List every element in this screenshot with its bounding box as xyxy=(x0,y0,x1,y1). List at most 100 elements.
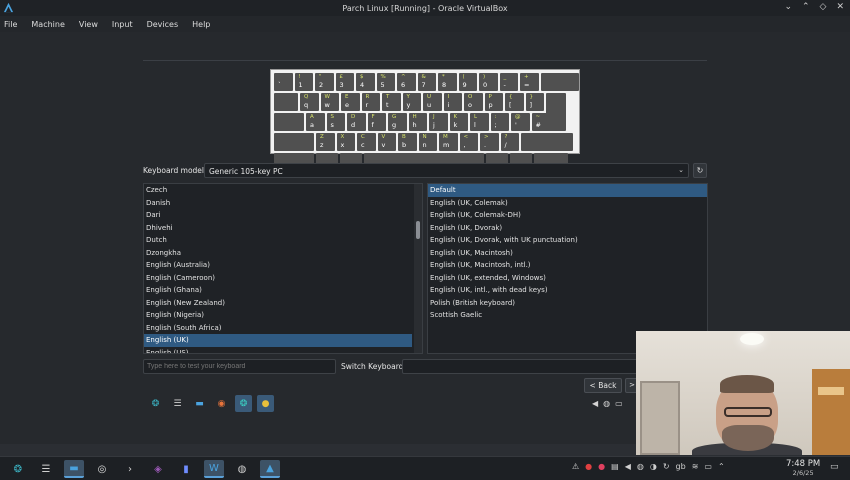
parch-launcher-icon[interactable]: ❂ xyxy=(147,395,164,412)
keyboard-key: }] xyxy=(525,93,544,111)
keyboard-key: >. xyxy=(480,133,499,151)
keyboard-model-select[interactable]: Generic 105-key PC ⌄ xyxy=(204,163,689,178)
list-item[interactable]: Danish xyxy=(144,197,422,210)
settings-icon[interactable]: ☰ xyxy=(36,460,56,478)
record-dot-icon[interactable]: ● xyxy=(598,462,605,471)
clipboard-icon[interactable]: ▤ xyxy=(611,462,619,471)
list-item[interactable]: Czech xyxy=(144,184,422,197)
keyboard-key: ^ 6 xyxy=(397,73,416,91)
keyboard-key: Uu xyxy=(423,93,442,111)
keyboard-key: Oo xyxy=(464,93,483,111)
keep-above-icon[interactable]: ◇ xyxy=(820,2,827,12)
list-item[interactable]: English (US) xyxy=(144,347,422,354)
keyboard-key: ) 0 xyxy=(479,73,498,91)
launcher-icon[interactable]: ❂ xyxy=(8,460,28,478)
layout-list-scrollbar[interactable] xyxy=(414,184,422,353)
keyboard-key: * 8 xyxy=(438,73,457,91)
keyboard-key: @ ' xyxy=(511,113,530,131)
keyboard-test-input[interactable] xyxy=(143,359,336,374)
list-item[interactable]: Scottish Gaelic xyxy=(428,309,707,322)
keyboard-key: Qq xyxy=(300,93,319,111)
update-icon[interactable]: ↻ xyxy=(663,462,670,471)
vpn-icon[interactable]: ◑ xyxy=(650,462,657,471)
minimize-icon[interactable]: ⌄ xyxy=(784,2,792,12)
menu-help[interactable]: Help xyxy=(192,20,210,29)
window-title: Parch Linux [Running] - Oracle VirtualBo… xyxy=(342,3,508,13)
menu-machine[interactable]: Machine xyxy=(31,20,65,29)
layout-list[interactable]: Czech Danish Dari Dhivehi Dutch Dzongkha Engli… xyxy=(143,183,423,354)
network-icon[interactable]: ◍ xyxy=(603,399,610,408)
monitor-icon[interactable]: ▮ xyxy=(176,460,196,478)
warning-icon[interactable]: ⚠ xyxy=(572,462,579,471)
list-item[interactable]: English (New Zealand) xyxy=(144,297,422,310)
volume-icon[interactable]: ◀ xyxy=(592,399,598,408)
keyboard-key: Dd xyxy=(347,113,366,131)
list-item[interactable]: English (UK) xyxy=(144,334,412,347)
installer-icon[interactable]: ❂ xyxy=(235,395,252,412)
divider xyxy=(143,60,707,61)
record-icon[interactable]: ● xyxy=(585,462,592,471)
network-tray-icon[interactable]: ◍ xyxy=(637,462,644,471)
list-item[interactable]: Dari xyxy=(144,209,422,222)
speaker-icon[interactable]: ◀ xyxy=(625,462,631,471)
menu-file[interactable]: File xyxy=(4,20,17,29)
show-desktop-icon[interactable]: ▭ xyxy=(830,462,839,472)
reset-button[interactable]: ↻ xyxy=(693,163,707,178)
keyboard-key: + = xyxy=(520,73,539,91)
menu-input[interactable]: Input xyxy=(112,20,133,29)
list-item[interactable]: Dutch xyxy=(144,234,422,247)
keyboard-key: Ll xyxy=(470,113,489,131)
system-settings-icon[interactable]: ☰ xyxy=(169,395,186,412)
list-item[interactable]: English (Nigeria) xyxy=(144,309,422,322)
list-item[interactable]: English (UK, intl., with dead keys) xyxy=(428,284,707,297)
back-button[interactable]: < Back xyxy=(584,378,622,393)
clock[interactable]: 7:48 PM 2/6/25 xyxy=(786,459,820,477)
battery-icon[interactable]: ▭ xyxy=(704,462,712,471)
obs-icon[interactable]: ◎ xyxy=(92,460,112,478)
list-item[interactable]: English (UK, Macintosh, intl.) xyxy=(428,259,707,272)
scrollbar-thumb[interactable] xyxy=(416,221,420,239)
list-item[interactable]: English (Ghana) xyxy=(144,284,422,297)
menu-bar: File Machine View Input Devices Help xyxy=(0,16,850,32)
list-item[interactable]: English (UK, Dvorak) xyxy=(428,222,707,235)
tray-expand-icon[interactable]: ⌃ xyxy=(718,462,725,471)
firefox-icon[interactable]: ◉ xyxy=(213,395,230,412)
list-item[interactable]: English (South Africa) xyxy=(144,322,422,335)
keyboard-key xyxy=(274,113,304,131)
list-item[interactable]: English (Australia) xyxy=(144,259,422,272)
list-item[interactable]: Polish (British keyboard) xyxy=(428,297,707,310)
list-item[interactable]: English (Cameroon) xyxy=(144,272,422,285)
terminal-icon[interactable]: › xyxy=(120,460,140,478)
menu-view[interactable]: View xyxy=(79,20,98,29)
refresh-icon: ↻ xyxy=(696,166,704,175)
list-item[interactable]: English (UK, Colemak) xyxy=(428,197,707,210)
keyboard-key: Cc xyxy=(357,133,376,151)
app-icon[interactable]: ● xyxy=(257,395,274,412)
recorder-icon[interactable]: ◍ xyxy=(232,460,252,478)
keyboard-key: Ee xyxy=(341,93,360,111)
list-item[interactable]: Default xyxy=(428,184,707,197)
virtualbox-icon[interactable]: ▲ xyxy=(260,460,280,478)
maximize-icon[interactable]: ⌃ xyxy=(802,2,810,12)
list-item[interactable]: English (UK, Dvorak, with UK punctuation… xyxy=(428,234,707,247)
menu-devices[interactable]: Devices xyxy=(147,20,179,29)
keyboard-key: Ww xyxy=(320,93,339,111)
editor-icon[interactable]: W xyxy=(204,460,224,478)
display-icon[interactable]: ▭ xyxy=(615,399,623,408)
variant-list[interactable]: Default English (UK, Colemak) English (UK,… xyxy=(427,183,708,354)
keyboard-key: Zz xyxy=(316,133,335,151)
wifi-icon[interactable]: ≋ xyxy=(692,462,699,471)
file-manager-icon[interactable]: ▬ xyxy=(191,395,208,412)
list-item[interactable]: English (UK, Macintosh) xyxy=(428,247,707,260)
keyboard-key: :; xyxy=(490,113,509,131)
files-icon[interactable]: ▬ xyxy=(64,460,84,478)
list-item[interactable]: Dzongkha xyxy=(144,247,422,260)
clock-time: 7:48 PM xyxy=(786,459,821,469)
close-icon[interactable]: ✕ xyxy=(836,2,844,12)
keyboard-layout-indicator[interactable]: gb xyxy=(676,462,686,471)
list-item[interactable]: English (UK, extended, Windows) xyxy=(428,272,707,285)
browser-icon[interactable]: ◈ xyxy=(148,460,168,478)
list-item[interactable]: Dhivehi xyxy=(144,222,422,235)
keyboard-key: £3 xyxy=(335,73,354,91)
list-item[interactable]: English (UK, Colemak-DH) xyxy=(428,209,707,222)
